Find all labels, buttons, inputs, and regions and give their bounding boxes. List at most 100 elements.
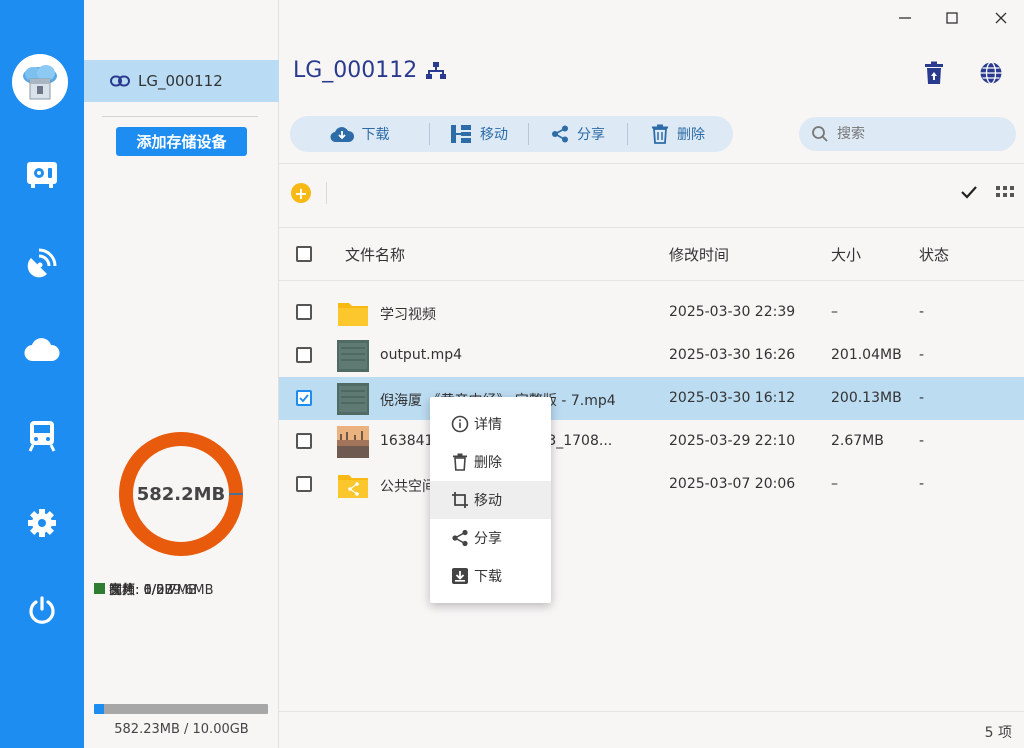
file-name: 学习视频 <box>380 307 436 323</box>
file-size: – <box>831 476 838 492</box>
nav-rail <box>0 0 84 748</box>
file-modified: 2025-03-30 22:39 <box>669 304 796 320</box>
move-label: 移动 <box>480 127 508 143</box>
divider <box>102 116 258 117</box>
app-logo <box>12 54 68 110</box>
table-row-selected[interactable]: 倪海厦 《黄帝内经》 完整版 - 7.mp4 2025-03-30 16:12 … <box>279 377 1024 420</box>
maximize-button[interactable] <box>940 6 964 30</box>
image-thumbnail-icon <box>337 426 369 458</box>
menu-item-download[interactable]: 下载 <box>430 557 551 595</box>
file-status: - <box>919 433 925 449</box>
network-globe-button[interactable] <box>976 58 1006 88</box>
row-checkbox[interactable] <box>296 476 312 492</box>
file-modified: 2025-03-29 22:10 <box>669 433 796 449</box>
share-icon <box>452 529 468 547</box>
checkmark-icon[interactable] <box>959 182 979 202</box>
file-modified: 2025-03-07 20:06 <box>669 476 796 492</box>
nav-cloud-icon[interactable] <box>22 330 62 370</box>
checkmark-icon <box>299 394 309 403</box>
search-icon <box>812 126 828 142</box>
folder-icon <box>338 303 368 326</box>
trash-icon <box>453 453 467 471</box>
file-status: - <box>919 476 925 492</box>
nav-remote-access-icon[interactable] <box>22 243 62 283</box>
file-size: 2.67MB <box>831 433 884 449</box>
minimize-icon <box>899 17 911 19</box>
nav-power-icon[interactable] <box>22 590 62 630</box>
menu-item-label: 下载 <box>474 569 502 585</box>
table-row[interactable]: 学习视频 2025-03-30 22:39 – - <box>279 291 1024 334</box>
column-size-header[interactable]: 大小 <box>831 244 861 265</box>
row-checkbox-checked[interactable] <box>296 390 312 406</box>
delete-button[interactable]: 删除 <box>628 116 728 152</box>
new-folder-button[interactable]: + <box>291 183 311 203</box>
menu-item-delete[interactable]: 删除 <box>430 443 551 481</box>
share-label: 分享 <box>577 127 605 143</box>
table-row[interactable]: 公共空间 2025-03-07 20:06 – - <box>279 463 1024 506</box>
device-item[interactable]: LG_000112 <box>84 60 279 102</box>
menu-item-label: 删除 <box>474 455 502 471</box>
search-box <box>799 117 1016 151</box>
file-size: 200.13MB <box>831 390 902 406</box>
storage-progress-bar <box>94 704 268 714</box>
column-status-header[interactable]: 状态 <box>919 244 949 265</box>
file-name: output.mp4 <box>380 347 463 363</box>
column-modified-header[interactable]: 修改时间 <box>669 244 729 265</box>
row-checkbox[interactable] <box>296 433 312 449</box>
close-icon <box>995 12 1007 24</box>
device-name: LG_000112 <box>138 72 223 90</box>
file-status: - <box>919 347 925 363</box>
move-button[interactable]: 移动 <box>430 116 528 152</box>
menu-item-move[interactable]: 移动 <box>430 481 551 519</box>
file-name: 公共空间 <box>380 479 436 495</box>
share-button[interactable]: 分享 <box>529 116 627 152</box>
storage-progress-fill <box>94 704 104 714</box>
close-button[interactable] <box>989 6 1013 30</box>
item-count: 5 项 <box>984 725 1012 741</box>
table-row[interactable]: output.mp4 2025-03-30 16:26 201.04MB - <box>279 334 1024 377</box>
minimize-button[interactable] <box>893 6 917 30</box>
file-modified: 2025-03-30 16:26 <box>669 347 796 363</box>
search-input[interactable] <box>837 126 1007 142</box>
menu-item-share[interactable]: 分享 <box>430 519 551 557</box>
cloud-download-icon <box>329 127 354 143</box>
select-all-checkbox[interactable] <box>296 246 312 262</box>
table-header: 文件名称 修改时间 大小 状态 <box>279 236 1024 272</box>
file-status: - <box>919 304 925 320</box>
row-checkbox[interactable] <box>296 347 312 363</box>
network-icon <box>426 61 447 79</box>
menu-item-details[interactable]: 详情 <box>430 405 551 443</box>
maximize-icon <box>946 12 958 24</box>
storage-capacity-text: 582.23MB / 10.00GB <box>114 722 249 737</box>
divider <box>279 280 1024 281</box>
recycle-bin-button[interactable] <box>919 58 949 88</box>
menu-item-label: 移动 <box>474 493 502 509</box>
globe-icon <box>980 61 1002 85</box>
nav-settings-gear-icon[interactable] <box>22 503 62 543</box>
recycle-bin-icon <box>925 61 943 84</box>
video-thumbnail-icon <box>337 383 369 415</box>
legend-swatch <box>94 583 105 594</box>
page-title-text: LG_000112 <box>293 58 418 83</box>
add-storage-device-button[interactable]: 添加存储设备 <box>116 127 247 156</box>
divider <box>279 163 1024 164</box>
nav-transfer-icon[interactable] <box>22 416 62 456</box>
file-size: – <box>831 304 838 320</box>
column-name-header[interactable]: 文件名称 <box>345 244 405 265</box>
donut-total-label: 582.2MB <box>136 483 226 505</box>
menu-item-label: 分享 <box>474 531 502 547</box>
table-row[interactable]: 1638413211113_211113_1708... 2025-03-29 … <box>279 420 1024 463</box>
move-icon <box>451 125 471 143</box>
share-icon <box>552 125 568 143</box>
menu-item-label: 详情 <box>474 417 502 433</box>
grid-view-icon[interactable] <box>996 185 1014 201</box>
shared-folder-icon <box>338 475 368 498</box>
main-area: LG_000112 下载 移动 分享 删除 + <box>279 0 1024 748</box>
divider <box>326 182 327 204</box>
info-icon <box>451 415 469 433</box>
row-checkbox[interactable] <box>296 304 312 320</box>
download-box-icon <box>452 568 468 584</box>
download-button[interactable]: 下载 <box>290 116 429 152</box>
legend-label: 文档: 0/0B <box>109 583 174 598</box>
nav-device-icon[interactable] <box>22 155 62 195</box>
